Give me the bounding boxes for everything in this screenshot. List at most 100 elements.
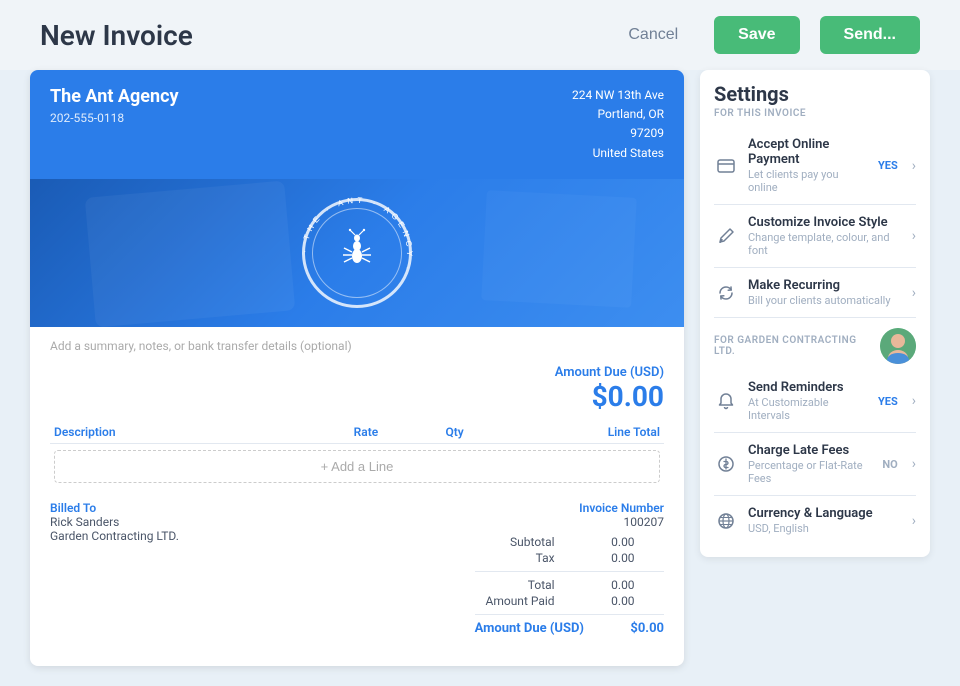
amount-due-bottom-label: Amount Due (USD) xyxy=(475,621,584,636)
amount-due-bottom-value: $0.00 xyxy=(624,621,664,636)
customize-style-desc: Change template, colour, and font xyxy=(748,231,902,257)
invoice-number-block: Invoice Number 100207 xyxy=(579,501,664,529)
send-reminders-badge: YES xyxy=(878,395,898,408)
invoice-footer: Billed To Rick Sanders Garden Contractin… xyxy=(50,501,664,636)
charge-late-fees-text: Charge Late Fees Percentage or Flat-Rate… xyxy=(748,443,872,485)
avatar-svg xyxy=(880,328,916,364)
amount-paid-label: Amount Paid xyxy=(475,594,555,608)
online-payment-text: Accept Online Payment Let clients pay yo… xyxy=(748,137,868,194)
billed-to-name: Rick Sanders xyxy=(50,515,179,529)
charge-late-fees-badge: NO xyxy=(882,458,897,471)
settings-section2-divider: FOR GARDEN CONTRACTING LTD. xyxy=(714,328,916,364)
online-payment-chevron: › xyxy=(912,158,916,174)
subtotal-value: 0.00 xyxy=(595,535,635,549)
page-header: New Invoice Cancel Save Send... xyxy=(0,0,960,70)
settings-item-customize-style[interactable]: Customize Invoice Style Change template,… xyxy=(714,205,916,268)
page-title: New Invoice xyxy=(40,19,592,52)
card-icon xyxy=(714,154,738,178)
totals-divider xyxy=(475,571,664,572)
tax-label: Tax xyxy=(475,551,555,565)
amount-due-section: Amount Due (USD) $0.00 xyxy=(50,365,664,413)
charge-late-fees-chevron: › xyxy=(912,456,916,472)
send-reminders-chevron: › xyxy=(912,393,916,409)
bell-icon xyxy=(714,389,738,413)
settings-card: Settings FOR THIS INVOICE Accept Online … xyxy=(700,70,930,557)
svg-text:· THE · ANT · AGENCY ·: · THE · ANT · AGENCY · xyxy=(300,196,414,275)
tax-row: Tax 0.00 xyxy=(475,551,664,565)
amount-due-label: Amount Due (USD) xyxy=(555,365,664,380)
table-header-row: Description Rate Qty Line Total xyxy=(50,421,664,444)
totals-divider2 xyxy=(475,614,664,615)
send-reminders-text: Send Reminders At Customizable Intervals xyxy=(748,380,868,422)
company-info: The Ant Agency 202-555-0118 xyxy=(50,86,179,125)
add-line-button[interactable]: + Add a Line xyxy=(54,450,660,483)
amount-paid-value: 0.00 xyxy=(595,594,635,608)
col-description: Description xyxy=(50,421,276,444)
amount-due-value: $0.00 xyxy=(555,380,664,413)
online-payment-desc: Let clients pay you online xyxy=(748,168,868,194)
company-address: 224 NW 13th Ave Portland, OR 97209 Unite… xyxy=(572,86,664,163)
totals-block: Invoice Number 100207 Subtotal 0.00 Tax … xyxy=(475,501,664,636)
amount-paid-row: Amount Paid 0.00 xyxy=(475,594,664,608)
settings-item-currency-language[interactable]: Currency & Language USD, English › xyxy=(714,496,916,545)
settings-title: Settings xyxy=(714,82,916,106)
settings-item-send-reminders[interactable]: Send Reminders At Customizable Intervals… xyxy=(714,370,916,433)
add-line-row[interactable]: + Add a Line xyxy=(50,443,664,489)
currency-language-desc: USD, English xyxy=(748,522,902,535)
settings-item-online-payment[interactable]: Accept Online Payment Let clients pay yo… xyxy=(714,127,916,205)
amount-due-bottom-row: Amount Due (USD) $0.00 xyxy=(475,621,664,636)
currency-language-label: Currency & Language xyxy=(748,506,902,521)
settings-subtitle: FOR THIS INVOICE xyxy=(714,108,916,119)
cancel-button[interactable]: Cancel xyxy=(612,18,694,52)
main-content: The Ant Agency 202-555-0118 224 NW 13th … xyxy=(0,70,960,686)
save-button[interactable]: Save xyxy=(714,16,799,54)
make-recurring-label: Make Recurring xyxy=(748,278,902,293)
settings-subtitle2: FOR GARDEN CONTRACTING LTD. xyxy=(714,335,872,357)
logo-circular-text: · THE · ANT · AGENCY · xyxy=(297,193,417,313)
amount-due-block: Amount Due (USD) $0.00 xyxy=(555,365,664,413)
invoice-banner: · THE · ANT · AGENCY · xyxy=(30,179,684,327)
company-name: The Ant Agency xyxy=(50,86,179,107)
billed-to-section: Billed To Rick Sanders Garden Contractin… xyxy=(50,501,179,543)
globe-icon xyxy=(714,509,738,533)
online-payment-label: Accept Online Payment xyxy=(748,137,868,167)
customize-style-label: Customize Invoice Style xyxy=(748,215,902,230)
currency-language-chevron: › xyxy=(912,513,916,529)
invoice-body: Add a summary, notes, or bank transfer d… xyxy=(30,327,684,666)
billed-to-company: Garden Contracting LTD. xyxy=(50,529,179,543)
refresh-icon xyxy=(714,281,738,305)
invoice-panel: The Ant Agency 202-555-0118 224 NW 13th … xyxy=(30,70,684,666)
col-rate: Rate xyxy=(276,421,382,444)
address-line1: 224 NW 13th Ave xyxy=(572,86,664,105)
customize-style-chevron: › xyxy=(912,228,916,244)
total-label: Total xyxy=(475,578,555,592)
subtotal-row: Subtotal 0.00 xyxy=(475,535,664,549)
charge-late-fees-label: Charge Late Fees xyxy=(748,443,872,458)
make-recurring-desc: Bill your clients automatically xyxy=(748,294,902,307)
tax-value: 0.00 xyxy=(595,551,635,565)
invoice-number-label: Invoice Number xyxy=(579,501,664,515)
col-qty: Qty xyxy=(382,421,467,444)
make-recurring-chevron: › xyxy=(912,285,916,301)
col-line-total: Line Total xyxy=(468,421,664,444)
invoice-header: The Ant Agency 202-555-0118 224 NW 13th … xyxy=(30,70,684,179)
address-line3: 97209 xyxy=(572,124,664,143)
settings-item-make-recurring[interactable]: Make Recurring Bill your clients automat… xyxy=(714,268,916,318)
customize-style-text: Customize Invoice Style Change template,… xyxy=(748,215,902,257)
subtotal-label: Subtotal xyxy=(475,535,555,549)
charge-late-fees-desc: Percentage or Flat-Rate Fees xyxy=(748,459,872,485)
brush-icon xyxy=(714,224,738,248)
online-payment-badge: YES xyxy=(878,159,898,172)
make-recurring-text: Make Recurring Bill your clients automat… xyxy=(748,278,902,307)
client-avatar xyxy=(880,328,916,364)
address-line2: Portland, OR xyxy=(572,105,664,124)
total-value: 0.00 xyxy=(595,578,635,592)
total-row: Total 0.00 xyxy=(475,578,664,592)
currency-language-text: Currency & Language USD, English xyxy=(748,506,902,535)
send-button[interactable]: Send... xyxy=(820,16,920,54)
invoice-number-value: 100207 xyxy=(579,515,664,529)
send-reminders-label: Send Reminders xyxy=(748,380,868,395)
settings-item-charge-late-fees[interactable]: Charge Late Fees Percentage or Flat-Rate… xyxy=(714,433,916,496)
billed-to-label: Billed To xyxy=(50,501,179,515)
settings-panel: Settings FOR THIS INVOICE Accept Online … xyxy=(700,70,930,666)
